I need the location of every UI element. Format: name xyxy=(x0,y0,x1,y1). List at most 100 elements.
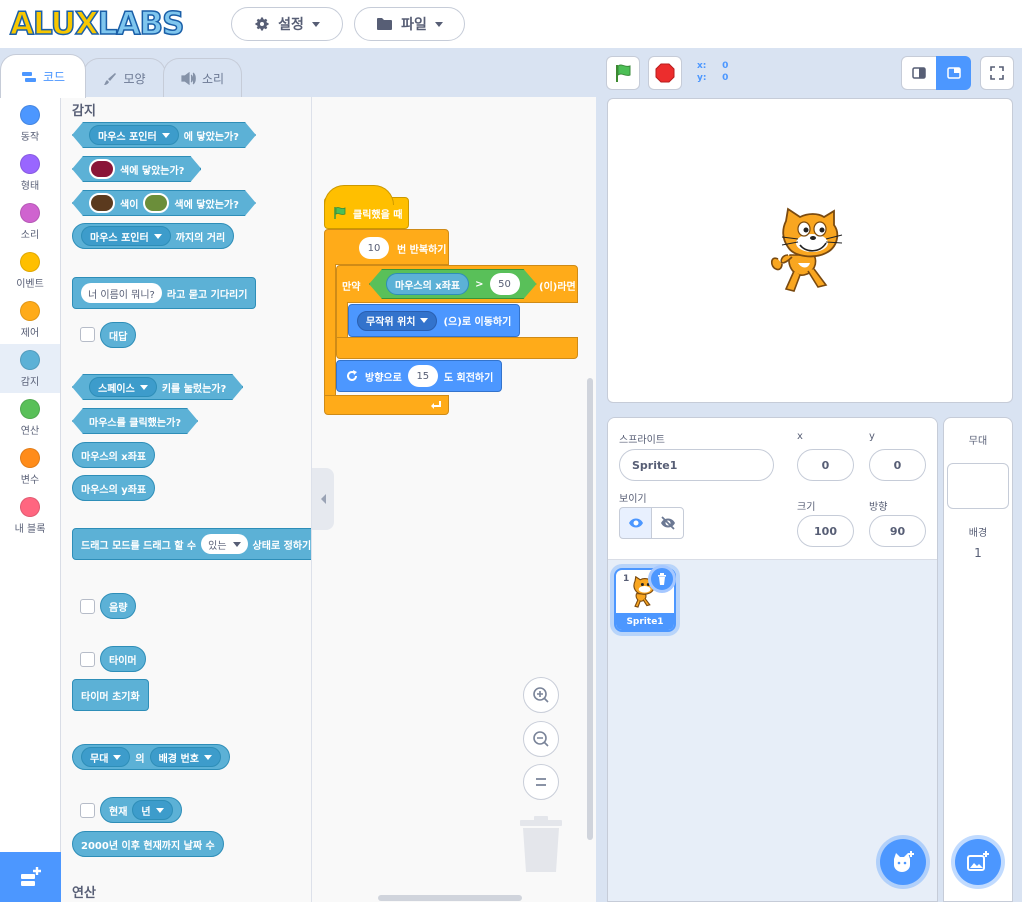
category-looks[interactable]: 형태 xyxy=(0,148,60,197)
goto-dropdown[interactable]: 무작위 위치 xyxy=(357,310,438,331)
block-property-of[interactable]: 무대 의 배경 번호 xyxy=(72,744,230,770)
of-property-dropdown[interactable]: 배경 번호 xyxy=(149,747,221,767)
repeat-count-input[interactable]: 10 xyxy=(359,237,389,259)
category-variables[interactable]: 변수 xyxy=(0,442,60,491)
stage-selector[interactable]: 무대 배경 1 xyxy=(943,417,1013,902)
checkbox-timer[interactable] xyxy=(80,652,95,667)
distance-dropdown[interactable]: 마우스 포인터 xyxy=(81,226,171,246)
tab-code[interactable]: 코드 xyxy=(0,54,86,98)
section-title-sensing: 감지 xyxy=(72,104,96,119)
block-timer[interactable]: 타이머 xyxy=(100,646,146,672)
chevron-down-icon xyxy=(140,385,148,390)
settings-label: 설정 xyxy=(278,17,304,33)
tab-sound[interactable]: 소리 xyxy=(163,58,242,98)
ask-input[interactable]: 너 이름이 뭐니? xyxy=(81,283,162,303)
x-label: x xyxy=(797,431,803,442)
add-sprite-button[interactable] xyxy=(880,839,926,885)
block-color-touching-color[interactable]: 색이 색에 닿았는가? xyxy=(72,190,256,216)
block-set-drag-mode[interactable]: 드래그 모드를 드래그 할 수 있는 상태로 정하기 xyxy=(72,528,311,560)
mouse-x-readout: x: 0 xyxy=(697,61,729,71)
tab-costume-label: 모양 xyxy=(123,72,146,86)
category-motion[interactable]: 동작 xyxy=(0,99,60,148)
fullscreen-button[interactable] xyxy=(980,56,1014,90)
block-mouse-down[interactable]: 마우스를 클릭했는가? xyxy=(72,408,198,434)
image-plus-icon xyxy=(967,851,989,871)
color-swatch[interactable] xyxy=(89,193,115,213)
current-dropdown[interactable]: 년 xyxy=(132,800,173,820)
color-swatch[interactable] xyxy=(89,159,115,179)
drag-mode-dropdown[interactable]: 있는 xyxy=(201,534,248,554)
zoom-out-button[interactable] xyxy=(523,721,559,757)
block-key-pressed[interactable]: 스페이스 키를 눌렀는가? xyxy=(72,374,243,400)
key-dropdown[interactable]: 스페이스 xyxy=(89,377,157,397)
show-sprite-button[interactable] xyxy=(619,507,652,539)
block-repeat[interactable]: 10 번 반복하기 xyxy=(324,229,449,265)
loop-arrow-icon xyxy=(431,401,441,409)
trash-can-icon[interactable] xyxy=(518,815,564,873)
sprite-name-input[interactable]: Sprite1 xyxy=(619,449,774,481)
trash-icon xyxy=(658,573,666,585)
palette-collapse-handle[interactable] xyxy=(312,468,334,530)
checkbox-current[interactable] xyxy=(80,803,95,818)
touching-dropdown[interactable]: 마우스 포인터 xyxy=(89,125,179,145)
mouse-y-readout: y: 0 xyxy=(697,73,729,83)
category-my-blocks[interactable]: 내 블록 xyxy=(0,491,60,540)
block-distance-to[interactable]: 마우스 포인터 까지의 거리 xyxy=(72,223,235,249)
category-control[interactable]: 제어 xyxy=(0,295,60,344)
compare-value-input[interactable]: 50 xyxy=(490,273,520,295)
stop-button[interactable] xyxy=(648,56,682,90)
large-stage-button[interactable] xyxy=(936,56,971,90)
block-go-to[interactable]: 무작위 위치 (으)로 이동하기 xyxy=(348,304,521,337)
size-input[interactable]: 100 xyxy=(797,515,854,547)
tab-costume[interactable]: 모양 xyxy=(83,58,166,98)
green-flag-button[interactable] xyxy=(606,56,640,90)
block-touching-color[interactable]: 색에 닿았는가? xyxy=(72,156,201,182)
file-menu-button[interactable]: 파일 xyxy=(354,7,465,41)
checkbox-answer[interactable] xyxy=(80,327,95,342)
stage-canvas[interactable] xyxy=(607,98,1013,403)
hide-sprite-button[interactable] xyxy=(651,507,684,539)
category-dot xyxy=(20,154,40,174)
block-mouse-y[interactable]: 마우스의 y좌표 xyxy=(72,475,156,501)
chevron-down-icon xyxy=(203,754,212,760)
add-extension-button[interactable] xyxy=(0,852,61,902)
category-events[interactable]: 이벤트 xyxy=(0,246,60,295)
checkbox-loudness[interactable] xyxy=(80,599,95,614)
tab-sound-label: 소리 xyxy=(201,72,225,86)
zoom-in-button[interactable] xyxy=(523,677,559,713)
script-scrollbar-vertical[interactable] xyxy=(587,378,593,840)
block-current[interactable]: 현재 년 xyxy=(100,797,182,823)
block-reset-timer[interactable]: 타이머 초기화 xyxy=(72,679,149,711)
direction-input[interactable]: 90 xyxy=(869,515,926,547)
script-scrollbar-horizontal[interactable] xyxy=(378,895,522,901)
logo[interactable]: ALUXLABS xyxy=(9,4,185,44)
block-days-since-2000[interactable]: 2000년 이후 현재까지 날짜 수 xyxy=(72,831,224,857)
block-answer[interactable]: 대답 xyxy=(100,322,137,348)
category-sound[interactable]: 소리 xyxy=(0,197,60,246)
block-loudness[interactable]: 음량 xyxy=(100,593,137,619)
y-position-input[interactable]: 0 xyxy=(869,449,926,481)
sprite-thumbnail-name: Sprite1 xyxy=(616,613,674,630)
block-greater-than[interactable]: 마우스의 x좌표 > 50 xyxy=(369,269,537,299)
block-ask-and-wait[interactable]: 너 이름이 뭐니? 라고 묻고 기다리기 xyxy=(72,277,257,309)
turn-degrees-input[interactable]: 15 xyxy=(407,365,438,387)
x-position-input[interactable]: 0 xyxy=(797,449,854,481)
cat-sprite[interactable] xyxy=(768,207,858,299)
delete-sprite-button[interactable] xyxy=(648,565,676,593)
category-operators[interactable]: 연산 xyxy=(0,393,60,442)
stage-thumbnail[interactable] xyxy=(947,463,1009,509)
if-bottom xyxy=(336,337,578,359)
settings-menu-button[interactable]: 설정 xyxy=(231,7,343,41)
add-backdrop-button[interactable] xyxy=(955,839,1001,885)
reporter-mouse-x[interactable]: 마우스의 x좌표 xyxy=(386,273,469,295)
category-sensing[interactable]: 감지 xyxy=(0,344,60,393)
zoom-reset-button[interactable] xyxy=(523,764,559,800)
block-turn-right[interactable]: 방향으로 15 도 회전하기 xyxy=(336,360,503,392)
color-swatch[interactable] xyxy=(143,193,169,213)
if-arm xyxy=(336,302,348,338)
block-touching[interactable]: 마우스 포인터 에 닿았는가? xyxy=(72,122,256,148)
category-dot xyxy=(20,399,40,419)
of-target-dropdown[interactable]: 무대 xyxy=(81,747,131,767)
block-mouse-x[interactable]: 마우스의 x좌표 xyxy=(72,442,156,468)
small-stage-button[interactable] xyxy=(901,56,936,90)
